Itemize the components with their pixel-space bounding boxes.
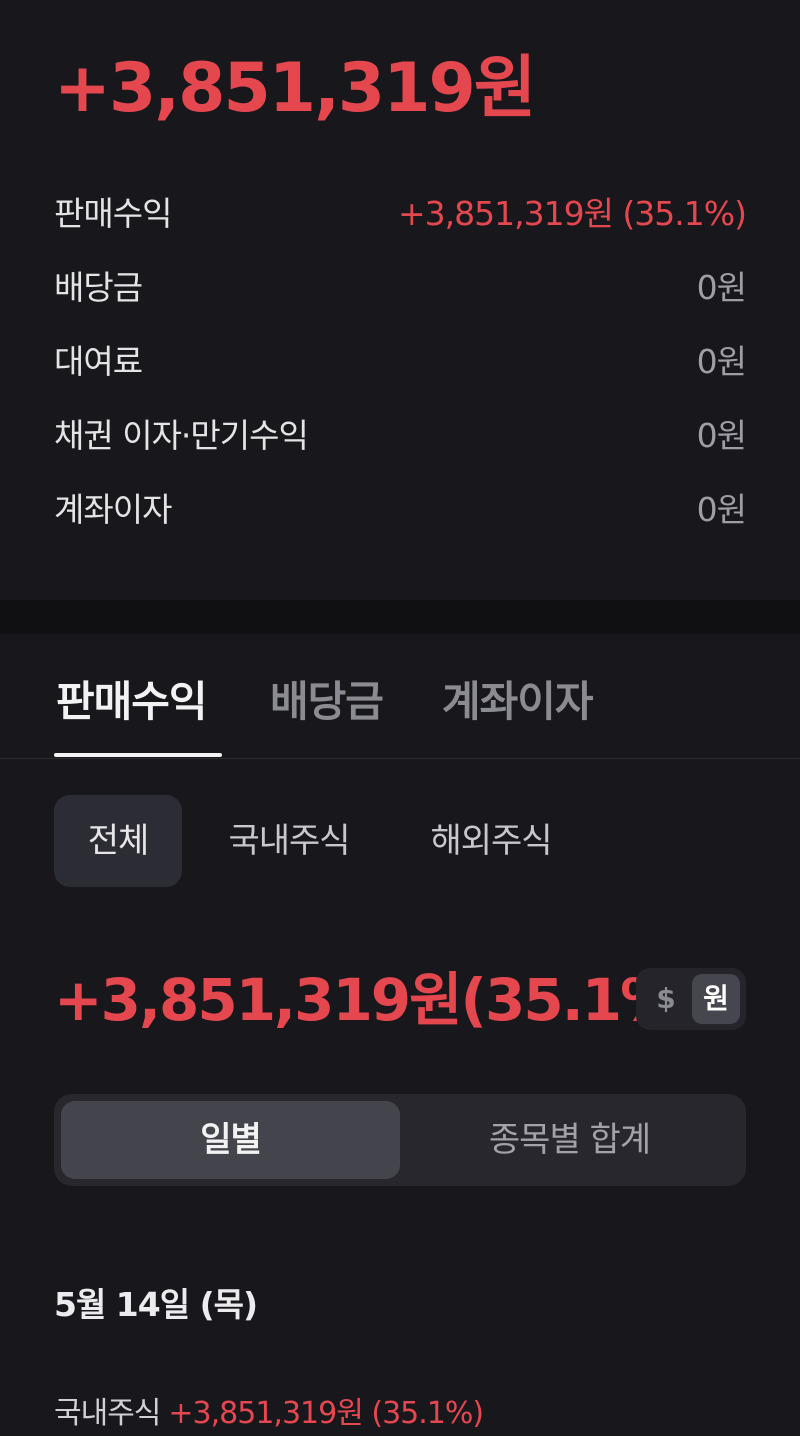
summary-row-label: 배당금 xyxy=(54,268,143,307)
summary-row-value: 0원 xyxy=(696,490,747,529)
summary-row-label: 채권 이자·만기수익 xyxy=(54,416,309,455)
currency-krw-option[interactable]: 원 xyxy=(692,974,740,1024)
summary-row-account-interest: 계좌이자 0원 xyxy=(54,482,747,532)
summary-row-label: 계좌이자 xyxy=(54,490,172,529)
currency-usd-option[interactable]: $ xyxy=(642,974,690,1024)
total-profit: +3,851,319원 xyxy=(54,49,536,128)
filter-overseas-stocks[interactable]: 해외주식 xyxy=(406,795,576,887)
view-mode-toggle: 일별 종목별 합계 xyxy=(54,1094,746,1186)
tab-dividends[interactable]: 배당금 xyxy=(270,668,384,729)
list-item[interactable]: 국내주식 +3,851,319원 (35.1%) xyxy=(54,1388,484,1432)
profit-type-tabs: 판매수익 배당금 계좌이자 xyxy=(0,634,800,759)
summary-row-label: 대여료 xyxy=(54,342,143,381)
view-by-stock-button[interactable]: 종목별 합계 xyxy=(400,1101,739,1179)
summary-row-value: 0원 xyxy=(696,342,747,381)
date-heading: 5월 14일 (목) xyxy=(54,1285,258,1324)
period-total-profit: +3,851,319원(35.1%) xyxy=(54,966,703,1034)
active-tab-indicator xyxy=(54,753,222,757)
summary-row-label: 판매수익 xyxy=(54,194,172,233)
tab-account-interest[interactable]: 계좌이자 xyxy=(442,668,594,729)
summary-row-lending-fee: 대여료 0원 xyxy=(54,334,747,384)
summary-row-value: 0원 xyxy=(696,268,747,307)
section-divider xyxy=(0,600,800,634)
currency-toggle[interactable]: $ 원 xyxy=(636,968,746,1030)
view-daily-button[interactable]: 일별 xyxy=(61,1101,400,1179)
list-item-name: 국내주식 xyxy=(54,1396,161,1431)
summary-row-value: +3,851,319원 (35.1%) xyxy=(397,194,747,233)
filter-domestic-stocks[interactable]: 국내주식 xyxy=(204,795,374,887)
summary-row-dividends: 배당금 0원 xyxy=(54,260,747,310)
profit-summary: +3,851,319원 판매수익 +3,851,319원 (35.1%) 배당금… xyxy=(0,0,800,600)
summary-row-value: 0원 xyxy=(696,416,747,455)
filter-all[interactable]: 전체 xyxy=(54,795,182,887)
list-item-amount: +3,851,319원 (35.1%) xyxy=(168,1396,484,1431)
tab-sales-profit[interactable]: 판매수익 xyxy=(56,668,208,729)
summary-row-bond-interest: 채권 이자·만기수익 0원 xyxy=(54,408,747,458)
market-filter: 전체 국내주식 해외주식 xyxy=(54,795,746,887)
summary-row-sales-profit: 판매수익 +3,851,319원 (35.1%) xyxy=(54,186,747,236)
